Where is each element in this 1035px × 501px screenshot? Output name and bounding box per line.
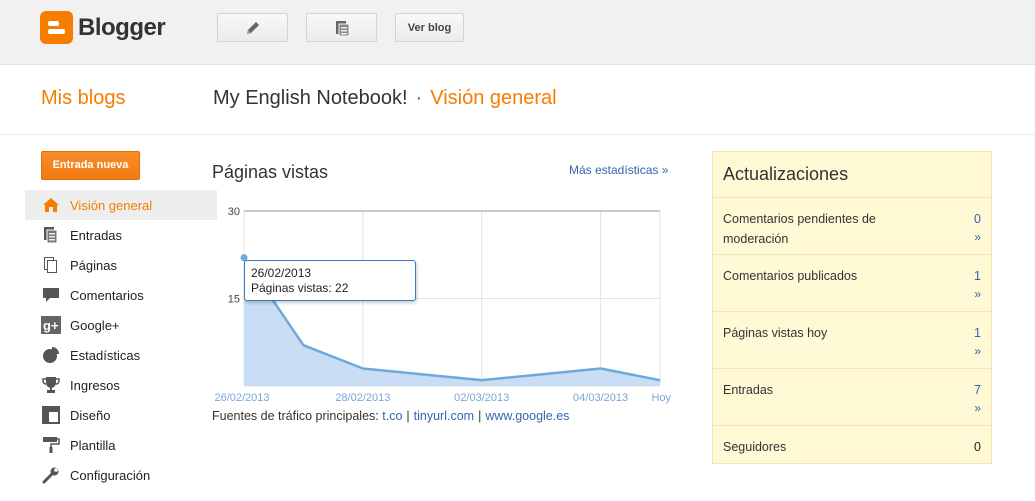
separator: | (478, 409, 482, 423)
update-label: Seguidores (723, 440, 787, 454)
pageviews-title: Páginas vistas (212, 162, 329, 182)
app-name: Blogger (78, 13, 166, 41)
sidebar-item-label: Diseño (70, 407, 111, 423)
posts-icon (41, 225, 61, 245)
blogger-logo[interactable]: Blogger (40, 11, 166, 44)
sidebar-item-label: Ingresos (70, 377, 120, 393)
home-icon (41, 195, 61, 215)
x-tick-label: 02/03/2013 (454, 392, 509, 404)
title-separator: · (415, 87, 423, 109)
update-row-pageviews-today: Páginas vistas hoy 1 » (713, 312, 991, 369)
pencil-icon (246, 21, 259, 34)
sidebar-item-layout[interactable]: Diseño (25, 400, 217, 430)
update-value-link[interactable]: 7 (974, 380, 981, 400)
update-label: Entradas (723, 383, 774, 397)
top-bar: Blogger Ver blog (0, 0, 1035, 65)
x-tick-label: Hoy (651, 392, 671, 404)
sidebar-item-label: Páginas (70, 257, 117, 273)
paint-roller-icon (41, 435, 61, 455)
sidebar-item-label: Plantilla (70, 437, 116, 453)
posts-icon (335, 20, 349, 36)
update-arrow-link[interactable]: » (974, 230, 981, 244)
more-stats-link[interactable]: Más estadísticas » (569, 163, 668, 177)
chart-tooltip: 26/02/2013 Páginas vistas: 22 (244, 260, 416, 301)
trophy-icon (41, 375, 61, 395)
pages-icon (41, 255, 61, 275)
update-label: Páginas vistas hoy (723, 326, 828, 340)
view-blog-button[interactable]: Ver blog (395, 13, 464, 42)
x-tick-label: 26/02/2013 (214, 392, 269, 404)
sidebar-nav: Visión general Entradas Páginas Comentar… (25, 190, 217, 490)
updates-title: Actualizaciones (713, 152, 991, 198)
google-plus-icon: g+ (41, 315, 61, 335)
tooltip-value: Páginas vistas: 22 (251, 281, 349, 295)
sidebar-item-overview[interactable]: Visión general (25, 190, 217, 220)
traffic-source-link[interactable]: www.google.es (485, 409, 569, 423)
update-value-link[interactable]: 0 (974, 209, 981, 229)
comment-icon (41, 285, 61, 305)
blog-title[interactable]: My English Notebook! (213, 87, 408, 109)
sidebar-item-label: Comentarios (70, 287, 144, 303)
traffic-sources: Fuentes de tráfico principales: t.co | tin… (212, 409, 569, 423)
x-tick-label: 28/02/2013 (335, 392, 390, 404)
posts-list-toolbar-button[interactable] (306, 13, 377, 42)
sidebar-item-stats[interactable]: Estadísticas (25, 340, 217, 370)
title-bar: Mis blogs My English Notebook! · Visión ge… (0, 66, 1035, 135)
y-tick-label: 15 (228, 294, 240, 306)
new-post-toolbar-button[interactable] (217, 13, 288, 42)
updates-panel: Actualizaciones Comentarios pendientes d… (712, 151, 992, 464)
my-blogs-link[interactable]: Mis blogs (41, 87, 125, 110)
x-tick-label: 04/03/2013 (573, 392, 628, 404)
new-post-button[interactable]: Entrada nueva (41, 151, 140, 180)
update-row-posts: Entradas 7 » (713, 369, 991, 426)
sidebar-item-label: Google+ (70, 317, 120, 333)
update-value-link[interactable]: 1 (974, 323, 981, 343)
sidebar-item-label: Estadísticas (70, 347, 141, 363)
update-row-pending-comments: Comentarios pendientes de moderación 0 » (713, 198, 991, 255)
traffic-label: Fuentes de tráfico principales: (212, 409, 379, 423)
update-arrow-link[interactable]: » (974, 287, 981, 301)
section-title: Visión general (430, 87, 557, 109)
sidebar-item-posts[interactable]: Entradas (25, 220, 217, 250)
separator: | (406, 409, 410, 423)
y-tick-label: 30 (228, 206, 240, 218)
sidebar-item-pages[interactable]: Páginas (25, 250, 217, 280)
update-row-followers: Seguidores 0 (713, 426, 991, 464)
tooltip-date: 26/02/2013 (251, 266, 312, 280)
sidebar-item-label: Configuración (70, 467, 151, 483)
update-label: Comentarios pendientes de moderación (723, 212, 876, 246)
update-arrow-link[interactable]: » (974, 344, 981, 358)
update-label: Comentarios publicados (723, 269, 858, 283)
sidebar-item-google-plus[interactable]: g+ Google+ (25, 310, 217, 340)
update-row-published-comments: Comentarios publicados 1 » (713, 255, 991, 312)
update-arrow-link[interactable]: » (974, 401, 981, 415)
sidebar-item-template[interactable]: Plantilla (25, 430, 217, 460)
blogger-logo-icon (40, 11, 73, 44)
sidebar-item-earnings[interactable]: Ingresos (25, 370, 217, 400)
sidebar-item-label: Entradas (70, 227, 123, 243)
sidebar-item-settings[interactable]: Configuración (25, 460, 217, 490)
sidebar-item-comments[interactable]: Comentarios (25, 280, 217, 310)
update-value: 0 (974, 440, 981, 454)
sidebar-item-label: Visión general (70, 197, 153, 213)
wrench-icon (41, 465, 61, 485)
layout-icon (41, 405, 61, 425)
page-title: My English Notebook! · Visión general (213, 87, 557, 110)
svg-text:g+: g+ (43, 318, 59, 333)
pie-chart-icon (41, 345, 61, 365)
traffic-source-link[interactable]: tinyurl.com (414, 409, 474, 423)
update-value-link[interactable]: 1 (974, 266, 981, 286)
traffic-source-link[interactable]: t.co (382, 409, 402, 423)
